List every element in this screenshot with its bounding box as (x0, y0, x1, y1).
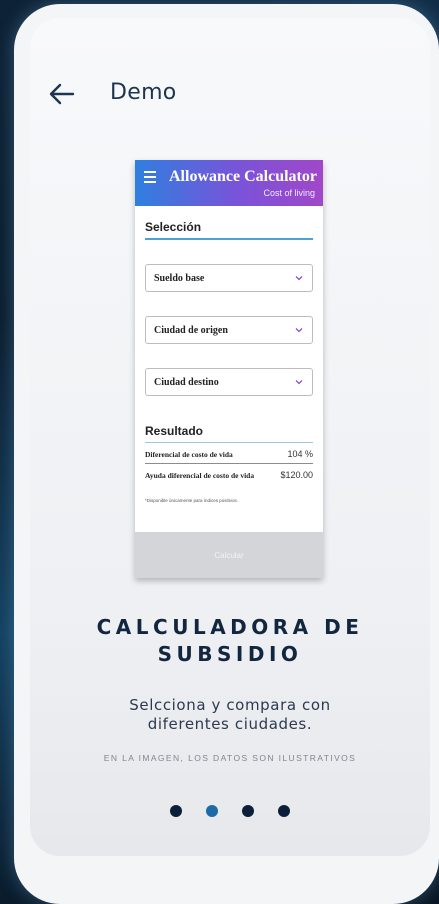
page-dot-1[interactable] (170, 805, 182, 817)
preview-result-label: Ayuda diferencial de costo de vida (145, 470, 255, 480)
onboarding-heading: CALCULADORA DE SUBSIDIO (30, 614, 430, 668)
preview-select-label: Sueldo base (154, 272, 205, 284)
top-bar: Demo (30, 18, 430, 168)
preview-selection-title: Selección (145, 220, 313, 240)
preview-header: Allowance Calculator Cost of living (135, 160, 323, 206)
chevron-down-icon (295, 328, 303, 333)
page-dot-4[interactable] (278, 805, 290, 817)
preview-result-title: Resultado (145, 424, 313, 443)
preview-app-title: Allowance Calculator (169, 168, 317, 185)
page-dot-2[interactable] (206, 805, 218, 817)
page-indicator (30, 805, 430, 817)
description-line: Selcciona y compara con (129, 696, 331, 714)
description-line: diferentes ciudades. (147, 715, 313, 733)
chevron-down-icon (295, 380, 303, 385)
app-preview-image: Allowance Calculator Cost of living Sele… (135, 160, 323, 578)
disclaimer-text: EN LA IMAGEN, LOS DATOS SON ILUSTRATIVOS (103, 753, 357, 763)
page-dot-3[interactable] (242, 805, 254, 817)
preview-select-label: Ciudad destino (154, 376, 219, 388)
preview-result-label: Diferencial de costo de vida (145, 449, 233, 459)
back-button[interactable] (46, 78, 78, 110)
preview-result-value: 104 % (287, 449, 313, 459)
heading-line: SUBSIDIO (157, 642, 303, 666)
preview-select-destination-city: Ciudad destino (145, 368, 313, 396)
preview-calculate-button: Calcular (135, 532, 323, 578)
preview-result-row: Diferencial de costo de vida 104 % (145, 449, 313, 464)
preview-result-row: Ayuda diferencial de costo de vida $120.… (145, 470, 313, 484)
preview-app-subtitle: Cost of living (263, 188, 315, 198)
preview-select-label: Ciudad de origen (154, 324, 228, 336)
preview-result-value: $120.00 (280, 470, 313, 480)
page-title: Demo (110, 80, 177, 105)
onboarding-description: Selcciona y compara con diferentes ciuda… (30, 696, 430, 734)
preview-footnote: *Disponible únicamente para índices posi… (145, 498, 239, 503)
hamburger-menu-icon (144, 171, 156, 186)
preview-select-base-salary: Sueldo base (145, 264, 313, 292)
chevron-down-icon (295, 276, 303, 281)
preview-select-origin-city: Ciudad de origen (145, 316, 313, 344)
onboarding-screen: Demo Allowance Calculator Cost of living… (30, 18, 430, 856)
heading-line: CALCULADORA DE (96, 615, 364, 639)
arrow-left-icon (49, 83, 75, 105)
